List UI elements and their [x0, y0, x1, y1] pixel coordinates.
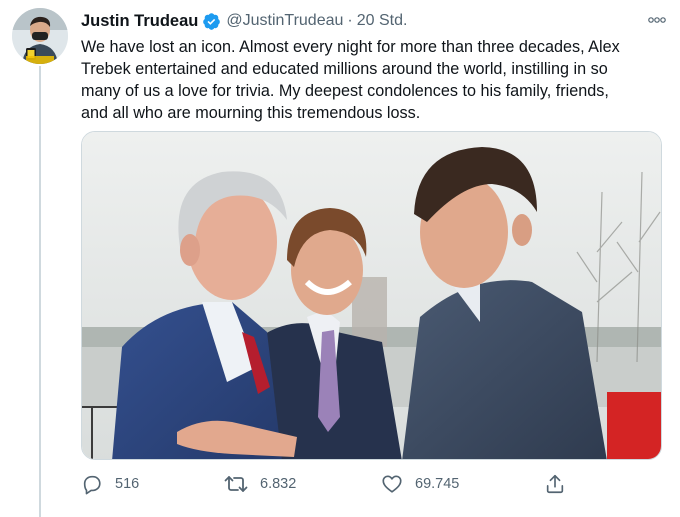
retweet-count: 6.832 [260, 476, 297, 492]
retweet-button[interactable]: 6.832 [224, 470, 296, 498]
share-button[interactable] [544, 470, 566, 498]
avatar-image [12, 8, 68, 64]
like-icon [382, 475, 402, 493]
tweet-text-line: Trebek entertained and educated millions… [81, 60, 608, 78]
tweet-text-line: We have lost an icon. Almost every night… [81, 38, 620, 56]
author-name[interactable]: Justin Trudeau [81, 12, 198, 31]
thread-connector-line [39, 66, 41, 517]
reply-button[interactable]: 516 [81, 470, 139, 498]
reply-icon [83, 475, 101, 495]
author-handle[interactable]: @JustinTrudeau [226, 12, 343, 30]
more-options-icon[interactable] [644, 9, 670, 31]
share-icon [546, 474, 564, 494]
tweet-text-line: and all who are mourning this tremendous… [81, 104, 421, 122]
tweet-timestamp[interactable]: 20 Std. [357, 12, 408, 30]
like-button[interactable]: 69.745 [381, 470, 459, 498]
retweet-icon [224, 476, 248, 492]
like-count: 69.745 [415, 476, 460, 492]
tweet-text-line: many of us a love for trivia. My deepest… [81, 82, 609, 100]
avatar[interactable] [12, 8, 68, 64]
tweet-action-bar: 516 6.832 69.745 [81, 470, 581, 498]
photo-image [82, 132, 661, 459]
tweet-photo[interactable] [81, 131, 662, 460]
tweet-text: We have lost an icon. Almost every night… [81, 36, 666, 124]
tweet-header: Justin Trudeau @JustinTrudeau · 20 Std. [81, 9, 670, 33]
reply-count: 516 [115, 476, 140, 492]
separator-dot: · [347, 12, 353, 29]
verified-badge-icon [202, 12, 221, 31]
